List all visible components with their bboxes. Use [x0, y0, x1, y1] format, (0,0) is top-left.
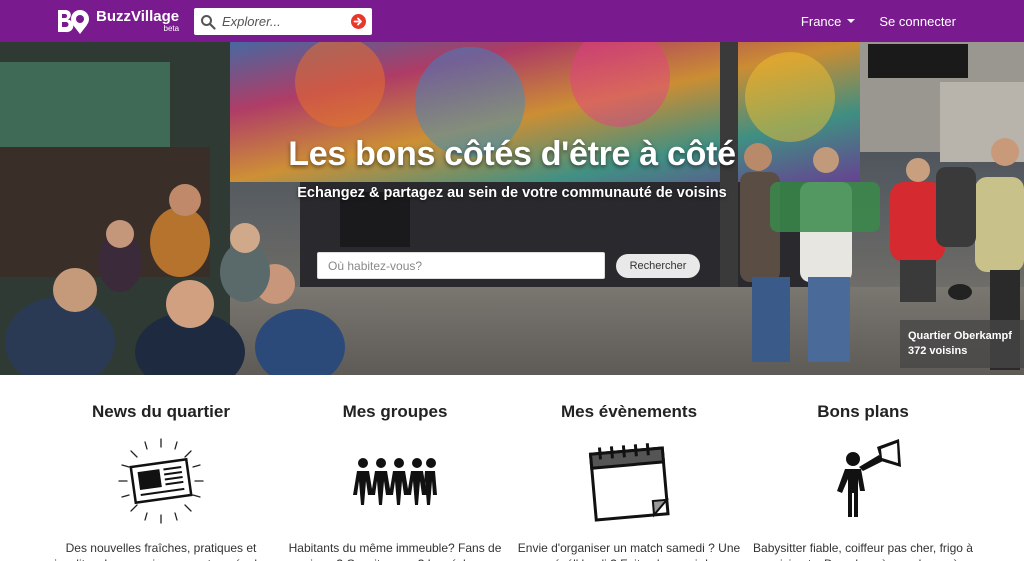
- country-dropdown[interactable]: France: [800, 13, 856, 29]
- feature-title: Mes évènements: [560, 402, 698, 421]
- feature-description: Des nouvelles fraîches, pratiques et ins…: [54, 541, 267, 561]
- people-group-icon: [353, 458, 437, 505]
- neighborhood-name: Quartier Oberkampf: [908, 330, 1012, 342]
- feature-title: News du quartier: [92, 402, 230, 421]
- hero-subtitle: Echangez & partagez au sein de votre com…: [297, 185, 727, 201]
- street-scene-illustration: [0, 42, 1024, 375]
- brand-tag: beta: [163, 24, 180, 33]
- neighborhood-badge[interactable]: Quartier Oberkampf 372 voisins: [900, 320, 1024, 368]
- brand-name: BuzzVillage: [96, 8, 180, 25]
- buzzvillage-logo-icon: [58, 10, 89, 34]
- newspaper-icon: [118, 438, 204, 524]
- arrow-right-circle-icon[interactable]: [351, 14, 366, 29]
- address-input[interactable]: [317, 252, 605, 279]
- feature-description: Envie d'organiser un match samedi ? Une …: [517, 541, 741, 561]
- nav-right: France Se connecter: [801, 0, 956, 42]
- megaphone-icon: [837, 439, 901, 517]
- neighbors-count: 372 voisins: [908, 345, 968, 357]
- search-icon: [201, 14, 216, 30]
- feature-title: Bons plans: [817, 402, 909, 421]
- brand-logo[interactable]: BuzzVillage beta: [56, 8, 179, 34]
- feature-title: Mes groupes: [342, 402, 448, 421]
- login-link[interactable]: Se connecter: [879, 14, 956, 29]
- hero-section: Les bons côtés d'être à côté Echangez & …: [0, 42, 1024, 375]
- feature-description: Habitants du même immeuble? Fans de musi…: [288, 541, 503, 561]
- explore-search-input[interactable]: [222, 14, 342, 29]
- search-box: [194, 8, 372, 35]
- caret-down-icon: [847, 19, 856, 23]
- top-navbar: BuzzVillage beta France Se connecter: [0, 0, 1024, 42]
- country-label: France: [800, 13, 842, 29]
- feature-description: Babysitter fiable, coiffeur pas cher, fr…: [753, 541, 973, 561]
- search-address-button[interactable]: Rechercher: [616, 254, 700, 278]
- features-section: News du quartier Des nouvelles fraîches,…: [0, 375, 1024, 561]
- calendar-icon: [588, 443, 670, 522]
- hero-title: Les bons côtés d'être à côté: [288, 135, 736, 173]
